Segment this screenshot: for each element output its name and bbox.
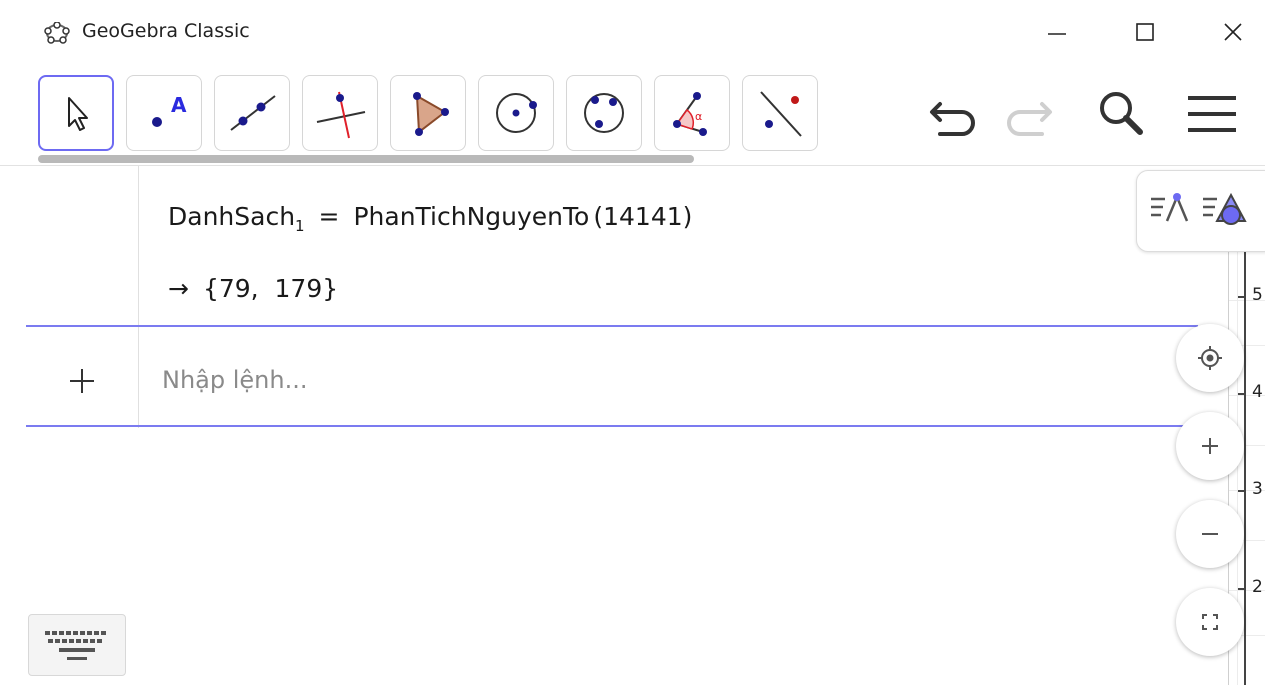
perpendicular-line-icon: [316, 91, 366, 139]
y-tick-label: 2: [1252, 577, 1263, 597]
algebra-result: → {79, 179}: [168, 274, 338, 303]
zoom-in-icon: [1202, 438, 1218, 454]
point-tool-button[interactable]: A: [126, 75, 202, 151]
window-title: GeoGebra Classic: [82, 20, 250, 42]
point-icon: A: [152, 93, 187, 127]
result-value: {79, 179}: [202, 274, 339, 303]
circle-three-points-tool-button[interactable]: [566, 75, 642, 151]
redo-icon: [1007, 102, 1052, 136]
maximize-icon: [1136, 23, 1154, 41]
zoom-out-icon: [1202, 533, 1218, 535]
algebra-view: DanhSach1 = PhanTichNguyenTo (14141) → {79…: [0, 166, 1228, 685]
algebra-command[interactable]: DanhSach1 = PhanTichNguyenTo (14141): [168, 202, 692, 235]
point-tool-label: A: [171, 93, 187, 117]
circle-center-point-icon: [496, 93, 537, 133]
search-button[interactable]: [1090, 84, 1154, 144]
result-arrow: →: [168, 274, 189, 303]
geogebra-logo-icon: [44, 22, 70, 44]
object-name: DanhSach: [168, 202, 296, 231]
virtual-keyboard-button[interactable]: [28, 614, 126, 676]
y-axis-tick: [1238, 490, 1246, 492]
style-bar-toggle[interactable]: [1136, 170, 1265, 252]
search-icon: [1100, 92, 1143, 135]
zoom-out-button[interactable]: [1176, 500, 1244, 568]
main-menu-button[interactable]: [1180, 84, 1244, 144]
algebra-row-danhsach[interactable]: DanhSach1 = PhanTichNguyenTo (14141) → {79…: [0, 166, 1200, 326]
title-bar: GeoGebra Classic: [0, 0, 1265, 64]
y-axis-tick: [1238, 588, 1246, 590]
add-item-button[interactable]: [60, 359, 104, 403]
close-icon: [1224, 23, 1242, 41]
equals-sign: =: [318, 202, 340, 231]
input-row-top-border: [26, 325, 1198, 327]
polygon-icon: [413, 92, 449, 136]
fullscreen-button[interactable]: [1176, 588, 1244, 656]
standard-view-button[interactable]: [1176, 324, 1244, 392]
polygon-tool-button[interactable]: [390, 75, 466, 151]
function-name: PhanTichNguyenTo: [353, 202, 590, 231]
line-tool-button[interactable]: [214, 75, 290, 151]
target-icon: [1198, 346, 1222, 370]
circle-through-three-points-icon: [584, 93, 624, 133]
reflect-about-line-icon: [760, 91, 802, 137]
y-tick-label: 4: [1252, 382, 1263, 402]
input-row-bottom-border: [26, 425, 1198, 427]
algebra-style-icon: [1151, 193, 1189, 222]
keyboard-icon: [45, 631, 106, 660]
angle-icon: α: [673, 92, 707, 136]
angle-tool-button[interactable]: α: [654, 75, 730, 151]
y-axis-tick: [1238, 393, 1246, 395]
plus-icon: [70, 369, 94, 393]
minimize-icon: [1048, 33, 1066, 35]
redo-button[interactable]: [996, 84, 1060, 144]
close-button[interactable]: [1208, 10, 1258, 54]
minimize-button[interactable]: [1032, 10, 1082, 54]
zoom-in-button[interactable]: [1176, 412, 1244, 480]
perpendicular-tool-button[interactable]: [302, 75, 378, 151]
function-argument: (14141): [593, 202, 693, 231]
y-axis: [1244, 248, 1246, 685]
move-pointer-icon: [68, 97, 88, 131]
toolbar-scrollbar[interactable]: [38, 155, 694, 163]
fullscreen-icon: [1202, 614, 1218, 630]
y-axis-tick: [1238, 296, 1246, 298]
y-tick-label: 3: [1252, 479, 1263, 499]
reflect-tool-button[interactable]: [742, 75, 818, 151]
y-tick-label: 5: [1252, 285, 1263, 305]
object-subscript: 1: [295, 217, 305, 235]
angle-tool-label: α: [695, 110, 702, 123]
line-through-two-points-icon: [230, 95, 276, 131]
menu-icon: [1188, 96, 1236, 132]
toolbar: A α: [0, 64, 1265, 166]
graphics-style-icon: [1203, 192, 1247, 225]
maximize-button[interactable]: [1120, 10, 1170, 54]
undo-icon: [930, 102, 975, 136]
move-tool-button[interactable]: [38, 75, 114, 151]
algebra-input[interactable]: Nhập lệnh...: [162, 366, 307, 394]
undo-button[interactable]: [922, 84, 986, 144]
circle-tool-button[interactable]: [478, 75, 554, 151]
